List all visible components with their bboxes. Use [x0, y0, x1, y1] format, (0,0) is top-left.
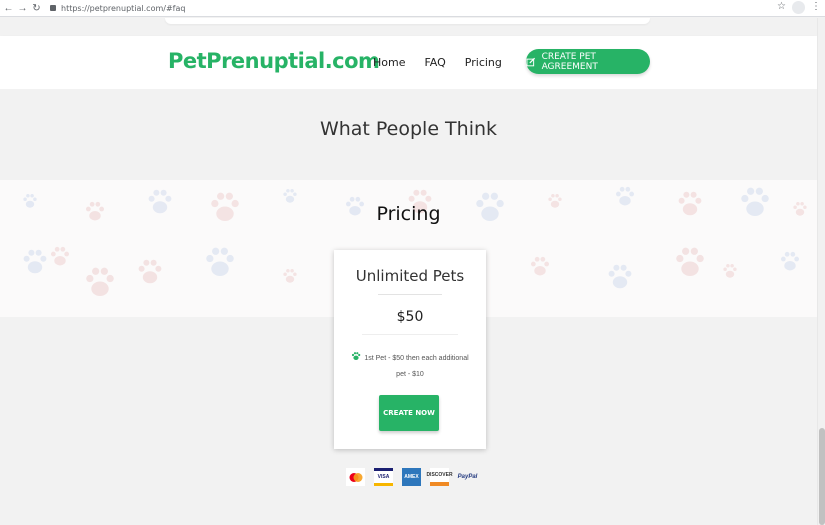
divider: [378, 294, 442, 295]
payment-methods: VISA AMEX DISCOVER PayPal: [346, 468, 477, 486]
url-text: https://petprenuptial.com/#faq: [61, 3, 186, 13]
more-menu-icon[interactable]: ⋮: [811, 1, 821, 14]
nav-faq[interactable]: FAQ: [424, 56, 445, 69]
pricing-card: Unlimited Pets $50 1st Pet - $50 then ea…: [334, 250, 486, 449]
main-nav: Home FAQ Pricing: [373, 56, 502, 69]
paypal-icon: PayPal: [457, 474, 478, 480]
browser-toolbar: ← → ↻ https://petprenuptial.com/#faq ☆ ⋮: [0, 0, 825, 17]
nav-pricing[interactable]: Pricing: [465, 56, 502, 69]
lock-icon: [50, 5, 56, 11]
divider: [362, 334, 458, 335]
testimonials-section: What People Think: [0, 89, 817, 180]
top-strip: [0, 18, 817, 34]
scrollbar-thumb[interactable]: [819, 428, 825, 525]
site-logo[interactable]: PetPrenuptial.com: [168, 49, 380, 73]
create-now-button[interactable]: CREATE NOW: [379, 395, 439, 431]
site-header: PetPrenuptial.com Home FAQ Pricing CREAT…: [0, 36, 817, 89]
pricing-title: Pricing: [376, 203, 441, 225]
plan-price: $50: [396, 309, 424, 325]
back-icon[interactable]: ←: [3, 3, 14, 14]
reload-icon[interactable]: ↻: [31, 3, 42, 14]
paw-icon: [352, 352, 361, 360]
nav-home[interactable]: Home: [373, 56, 405, 69]
amex-icon: AMEX: [402, 468, 421, 486]
page-scrollbar[interactable]: [817, 18, 825, 525]
create-agreement-label: CREATE PET AGREEMENT: [541, 51, 598, 72]
profile-avatar[interactable]: [792, 1, 805, 14]
plan-name: Unlimited Pets: [355, 267, 465, 285]
mastercard-icon: [346, 468, 365, 486]
create-agreement-button[interactable]: CREATE PET AGREEMENT: [526, 49, 650, 74]
plan-feature: 1st Pet - $50 then each additional pet -…: [346, 351, 474, 383]
visa-icon: VISA: [374, 468, 393, 486]
discover-icon: DISCOVER: [426, 468, 453, 486]
testimonials-title: What People Think: [319, 118, 498, 140]
edit-icon: [526, 57, 536, 66]
forward-icon[interactable]: →: [17, 3, 28, 14]
star-icon[interactable]: ☆: [777, 1, 786, 14]
plan-feature-text: 1st Pet - $50 then each additional pet -…: [364, 355, 469, 378]
address-bar[interactable]: https://petprenuptial.com/#faq: [50, 4, 185, 13]
